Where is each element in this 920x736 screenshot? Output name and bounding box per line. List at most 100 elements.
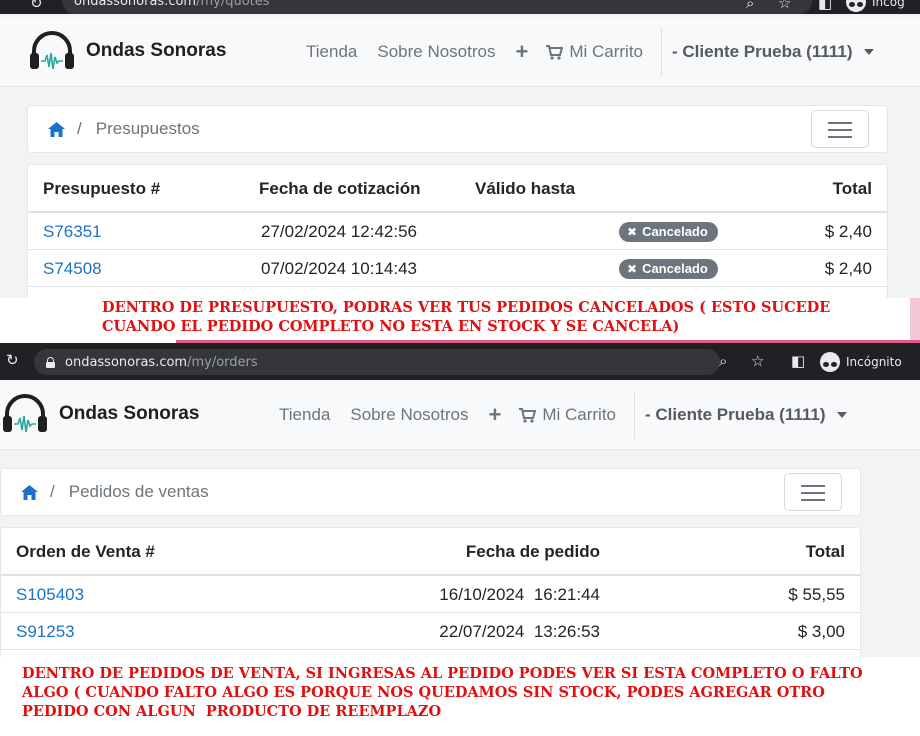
quote-date: 27/02/2024 12:42:56 xyxy=(261,222,417,241)
hamburger-line xyxy=(828,129,852,131)
table-header: Presupuesto # Fecha de cotización Válido… xyxy=(28,165,887,213)
hamburger-line xyxy=(801,499,825,501)
header-presupuesto[interactable]: Presupuesto # xyxy=(43,165,160,213)
breadcrumb-current: Pedidos de ventas xyxy=(68,482,209,501)
side-panel-icon[interactable]: ◧ xyxy=(791,354,805,369)
header-fecha-cotizacion[interactable]: Fecha de cotización xyxy=(259,165,421,213)
hamburger-line xyxy=(828,136,852,138)
cart-icon xyxy=(546,44,564,60)
header-total[interactable]: Total xyxy=(806,528,845,576)
incognito-icon xyxy=(820,352,840,372)
nav-sobre-nosotros[interactable]: Sobre Nosotros xyxy=(350,405,468,425)
header-total[interactable]: Total xyxy=(833,165,872,213)
headphones-logo-icon xyxy=(3,394,47,433)
url-host: ondassonoras.com xyxy=(74,0,197,9)
nav-divider xyxy=(661,28,663,76)
address-bar[interactable]: ondassonoras.com/my/quotes xyxy=(62,0,812,14)
browser-toolbar: ↻ ondassonoras.com/my/quotes ⌕ ☆ ◧ Incóg xyxy=(0,0,920,14)
breadcrumb: / Presupuestos xyxy=(27,105,888,153)
browser-toolbar: ↻ ondassonoras.com/my/orders ⌕ ☆ ◧ Incóg… xyxy=(0,343,920,381)
menu-toggle-button[interactable] xyxy=(784,473,842,511)
order-date: 16/10/2024 16:21:44 xyxy=(439,585,600,604)
incognito-indicator[interactable]: Incóg xyxy=(846,0,905,12)
order-number-link[interactable]: S91253 xyxy=(16,613,75,650)
quote-total: $ 2,40 xyxy=(824,222,872,241)
caret-down-icon xyxy=(837,412,848,418)
brand-logo[interactable]: Ondas Sonoras xyxy=(1,392,199,436)
incognito-label: Incógnito xyxy=(846,355,902,369)
reload-icon[interactable]: ↻ xyxy=(30,0,43,11)
header-fecha-pedido[interactable]: Fecha de pedido xyxy=(466,528,600,576)
times-icon: ✖ xyxy=(627,262,638,276)
quote-number-link[interactable]: S74508 xyxy=(43,250,102,287)
brand-name: Ondas Sonoras xyxy=(59,403,200,424)
nav-links: Tienda Sobre Nosotros + Mi Carrito - Cli… xyxy=(279,380,848,450)
cart-icon xyxy=(519,407,537,423)
plus-icon[interactable]: + xyxy=(488,404,501,426)
zoom-icon[interactable]: ⌕ xyxy=(719,354,727,369)
times-icon: ✖ xyxy=(627,225,638,239)
annotation-edge xyxy=(910,298,920,342)
breadcrumb: / Pedidos de ventas xyxy=(0,468,861,516)
cart-label: Mi Carrito xyxy=(569,42,644,61)
header-orden-venta[interactable]: Orden de Venta # xyxy=(16,528,155,576)
quote-number-link[interactable]: S76351 xyxy=(43,213,102,250)
home-icon[interactable] xyxy=(21,484,38,500)
user-menu[interactable]: - Cliente Prueba (1111) xyxy=(672,42,875,62)
url-path: /my/quotes xyxy=(196,0,270,9)
nav-sobre-nosotros[interactable]: Sobre Nosotros xyxy=(377,42,495,62)
brand-name: Ondas Sonoras xyxy=(86,40,227,61)
url-host: ondassonoras.com xyxy=(65,354,188,370)
incognito-indicator[interactable]: Incógnito xyxy=(820,352,902,372)
hamburger-line xyxy=(801,492,825,494)
nav-cart[interactable]: Mi Carrito xyxy=(519,405,616,425)
breadcrumb-current: Presupuestos xyxy=(95,119,200,138)
order-total: $ 3,00 xyxy=(797,622,845,641)
table-row[interactable]: S76351 27/02/2024 12:42:56 ✖ Cancelado $ … xyxy=(28,213,887,250)
annotation-note-orders: DENTRO DE PEDIDOS DE VENTA, SI INGRESAS … xyxy=(22,665,863,720)
hamburger-icon xyxy=(801,485,825,487)
order-total: $ 55,55 xyxy=(788,585,845,604)
address-bar[interactable]: ondassonoras.com/my/orders xyxy=(34,349,720,375)
bookmark-star-icon[interactable]: ☆ xyxy=(751,354,764,369)
bookmark-star-icon[interactable]: ☆ xyxy=(778,0,791,11)
incognito-icon xyxy=(846,0,866,12)
quotes-table: Presupuesto # Fecha de cotización Válido… xyxy=(27,164,888,298)
quotes-screenshot: ↻ ondassonoras.com/my/quotes ⌕ ☆ ◧ Incóg… xyxy=(0,0,920,298)
table-row[interactable]: S74508 07/02/2024 10:14:43 ✖ Cancelado $ … xyxy=(28,250,887,287)
table-row[interactable]: S105403 16/10/2024 16:21:44 $ 55,55 xyxy=(1,576,860,613)
plus-icon[interactable]: + xyxy=(515,41,528,63)
home-icon[interactable] xyxy=(48,121,65,137)
orders-screenshot: ↻ ondassonoras.com/my/orders ⌕ ☆ ◧ Incóg… xyxy=(0,343,920,657)
breadcrumb-separator: / xyxy=(77,119,82,138)
zoom-icon[interactable]: ⌕ xyxy=(746,0,754,11)
nav-divider xyxy=(634,391,636,439)
table-header: Orden de Venta # Fecha de pedido Total xyxy=(1,528,860,576)
order-number-link[interactable]: S105403 xyxy=(16,576,84,613)
menu-toggle-button[interactable] xyxy=(811,110,869,148)
nav-tienda[interactable]: Tienda xyxy=(306,42,357,62)
lock-icon xyxy=(46,356,55,368)
order-date: 22/07/2024 13:26:53 xyxy=(439,622,600,641)
user-menu[interactable]: - Cliente Prueba (1111) xyxy=(645,405,848,425)
quote-date: 07/02/2024 10:14:43 xyxy=(261,259,417,278)
header-valido-hasta[interactable]: Válido hasta xyxy=(475,165,575,213)
headphones-logo-icon xyxy=(30,31,74,70)
reload-icon[interactable]: ↻ xyxy=(6,353,19,368)
incognito-label: Incóg xyxy=(872,0,905,9)
side-panel-icon[interactable]: ◧ xyxy=(818,0,832,11)
status-badge: ✖ Cancelado xyxy=(619,259,718,279)
brand-logo[interactable]: Ondas Sonoras xyxy=(28,29,226,73)
annotation-note-quotes: DENTRO DE PRESUPUESTO, PODRAS VER TUS PE… xyxy=(102,299,831,335)
nav-cart[interactable]: Mi Carrito xyxy=(546,42,643,62)
user-name: - Cliente Prueba (1111) xyxy=(672,42,853,61)
user-name: - Cliente Prueba (1111) xyxy=(645,405,826,424)
status-badge: ✖ Cancelado xyxy=(619,222,718,242)
quote-total: $ 2,40 xyxy=(824,259,872,278)
nav-tienda[interactable]: Tienda xyxy=(279,405,330,425)
hamburger-icon xyxy=(828,122,852,124)
status-label: Cancelado xyxy=(642,261,708,276)
table-row[interactable]: S91253 22/07/2024 13:26:53 $ 3,00 xyxy=(1,613,860,650)
site-navbar: Ondas Sonoras Tienda Sobre Nosotros + Mi… xyxy=(0,380,920,450)
site-navbar: Ondas Sonoras Tienda Sobre Nosotros + Mi… xyxy=(0,17,920,87)
